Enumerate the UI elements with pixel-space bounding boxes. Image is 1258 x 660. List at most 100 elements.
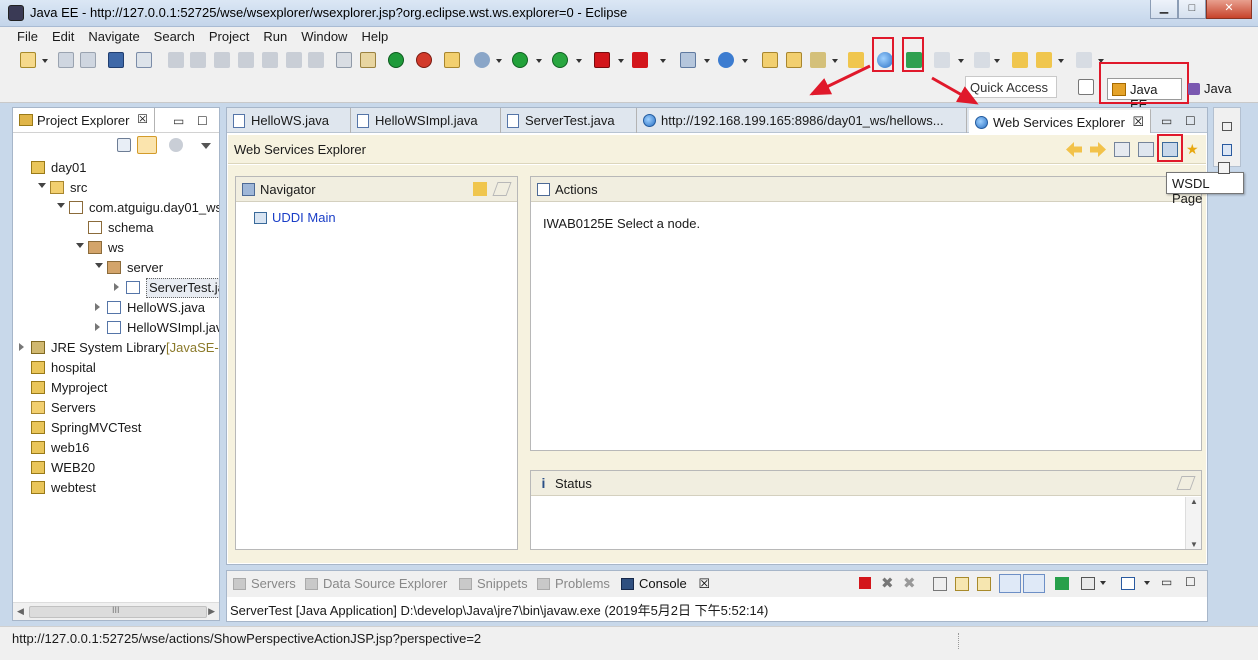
quick-access-input[interactable]: Quick Access <box>965 76 1057 98</box>
terminate-console-icon[interactable] <box>859 577 871 589</box>
tree-item[interactable]: webtest <box>13 478 219 498</box>
outline-view-icon[interactable] <box>1222 144 1232 156</box>
expanded-twistie-icon[interactable] <box>57 203 65 208</box>
expanded-twistie-icon[interactable] <box>38 183 46 188</box>
scroll-down-icon[interactable]: ▼ <box>1190 540 1198 549</box>
publish-icon[interactable] <box>416 52 432 68</box>
horizontal-scroll-thumb[interactable]: III <box>29 605 207 618</box>
link-with-editor-icon[interactable] <box>137 136 157 154</box>
menu-help[interactable]: Help <box>354 27 395 47</box>
star-icon[interactable]: ★ <box>1186 142 1202 157</box>
close-console-icon[interactable]: ☒ <box>698 576 710 591</box>
menu-navigate[interactable]: Navigate <box>81 27 146 47</box>
search-icon[interactable] <box>810 52 826 68</box>
refresh-navigator-icon[interactable] <box>473 182 487 196</box>
run-icon[interactable] <box>512 52 528 68</box>
start-server-icon[interactable] <box>388 52 404 68</box>
tree-item[interactable]: SpringMVCTest <box>13 418 219 438</box>
tree-item[interactable]: schema <box>13 218 219 238</box>
run-dropdown-icon[interactable] <box>536 59 542 63</box>
clear-status-icon[interactable] <box>1176 476 1196 490</box>
tab-servers[interactable]: Servers <box>233 576 296 591</box>
annotation-icon[interactable] <box>934 52 950 68</box>
restore-icon[interactable] <box>1222 122 1232 131</box>
status-scrollbar[interactable]: ▲ ▼ <box>1185 497 1201 549</box>
show-console-stdout-icon[interactable] <box>999 574 1021 593</box>
tree-item[interactable]: ServerTest.java <box>13 278 219 298</box>
open-perspective-button-icon[interactable] <box>1078 79 1094 95</box>
minimize-window-button[interactable]: ▁ <box>1150 0 1178 19</box>
new-class-dropdown-icon[interactable] <box>742 59 748 63</box>
wsdl-dropdown-icon[interactable] <box>958 59 964 63</box>
step-into-icon[interactable] <box>262 52 278 68</box>
print-icon[interactable] <box>108 52 124 68</box>
open-perspective-icon[interactable] <box>848 52 864 68</box>
next-annotation-icon[interactable] <box>974 52 990 68</box>
view-menu-icon[interactable] <box>201 143 211 149</box>
tree-item[interactable]: Servers <box>13 398 219 418</box>
tree-item[interactable]: ws <box>13 238 219 258</box>
step-over-icon[interactable] <box>286 52 302 68</box>
terminate-icon[interactable] <box>214 52 230 68</box>
project-explorer-horizontal-scrollbar[interactable]: ◀ III ▶ <box>13 602 219 620</box>
next-annotation-dropdown-icon[interactable] <box>994 59 1000 63</box>
menu-project[interactable]: Project <box>202 27 256 47</box>
forward-arrow-icon[interactable] <box>1090 142 1106 157</box>
maximize-console-icon[interactable]: ☐ <box>1185 575 1196 589</box>
back-icon[interactable] <box>1036 52 1052 68</box>
debug-icon[interactable] <box>474 52 490 68</box>
collapsed-twistie-icon[interactable] <box>95 303 100 311</box>
menu-window[interactable]: Window <box>294 27 354 47</box>
close-tab-icon[interactable]: ☒ <box>1132 114 1144 130</box>
project-explorer-tab[interactable]: Project Explorer ☒ <box>13 108 155 132</box>
run-server-icon[interactable] <box>552 52 568 68</box>
tab-web-services-explorer[interactable]: Web Services Explorer ☒ <box>969 108 1151 133</box>
tab-snippets[interactable]: Snippets <box>459 576 528 591</box>
collapse-all-icon[interactable] <box>117 138 131 152</box>
display-console-dropdown-icon[interactable] <box>1100 581 1106 585</box>
tree-item[interactable]: day01 <box>13 158 219 178</box>
collapsed-twistie-icon[interactable] <box>114 283 119 291</box>
favorites-icon[interactable] <box>1114 142 1130 157</box>
disconnect-icon[interactable] <box>238 52 254 68</box>
tab-problems[interactable]: Problems <box>537 576 610 591</box>
resume-icon[interactable] <box>168 52 184 68</box>
step-return-icon[interactable] <box>308 52 324 68</box>
external-tools-icon[interactable] <box>632 52 648 68</box>
new-class-icon[interactable] <box>718 52 734 68</box>
open-console-icon[interactable] <box>336 52 352 68</box>
last-edit-icon[interactable] <box>1012 52 1028 68</box>
menu-edit[interactable]: Edit <box>45 27 81 47</box>
build-icon[interactable] <box>360 52 376 68</box>
tree-item[interactable]: WEB20 <box>13 458 219 478</box>
save-all-icon[interactable] <box>80 52 96 68</box>
tab-hellows-wsdl-url[interactable]: http://192.168.199.165:8986/day01_ws/hel… <box>637 108 967 133</box>
new-dropdown-icon[interactable] <box>42 59 48 63</box>
stop-dropdown-icon[interactable] <box>618 59 624 63</box>
collapsed-twistie-icon[interactable] <box>95 323 100 331</box>
toggle-breakpoint-icon[interactable] <box>136 52 152 68</box>
close-project-explorer-icon[interactable]: ☒ <box>137 112 148 126</box>
scroll-left-icon[interactable]: ◀ <box>17 606 24 617</box>
minimize-project-explorer-icon[interactable]: ▭ <box>173 114 184 128</box>
collapsed-twistie-icon[interactable] <box>19 343 24 351</box>
maximize-window-button[interactable]: □ <box>1178 0 1206 19</box>
scroll-up-icon[interactable]: ▲ <box>1190 497 1198 506</box>
open-console-button-icon[interactable] <box>1121 577 1135 590</box>
menu-search[interactable]: Search <box>147 27 202 47</box>
clear-navigator-icon[interactable] <box>492 182 512 196</box>
tree-item[interactable]: HelloWS.java <box>13 298 219 318</box>
new-server-icon[interactable] <box>444 52 460 68</box>
open-task-icon[interactable] <box>786 52 802 68</box>
minimize-console-icon[interactable]: ▭ <box>1161 575 1172 589</box>
tree-item[interactable]: server <box>13 258 219 278</box>
maximize-editor-icon[interactable]: ☐ <box>1185 114 1196 128</box>
perspective-java-button[interactable]: Java <box>1188 81 1231 96</box>
close-window-button[interactable]: ✕ <box>1206 0 1252 19</box>
tab-data-source-explorer[interactable]: Data Source Explorer <box>305 576 447 591</box>
suspend-icon[interactable] <box>190 52 206 68</box>
run-server-dropdown-icon[interactable] <box>576 59 582 63</box>
scroll-lock-icon[interactable] <box>955 577 969 591</box>
tree-item[interactable]: HelloWSImpl.java <box>13 318 219 338</box>
maximize-project-explorer-icon[interactable]: ☐ <box>197 114 208 128</box>
